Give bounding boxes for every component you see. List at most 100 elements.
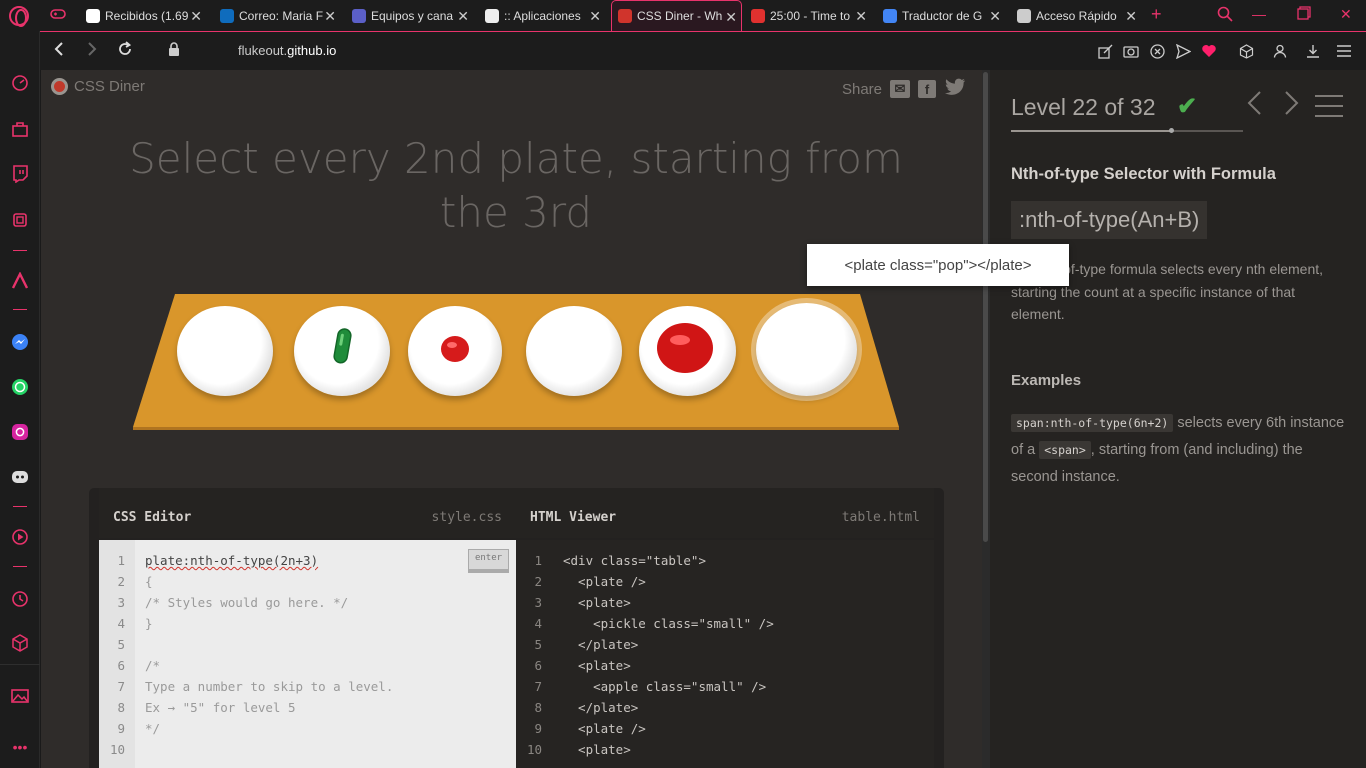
close-tab-icon[interactable]: ✕ (324, 8, 336, 25)
close-window-button[interactable]: ✕ (1340, 6, 1352, 23)
plate-3[interactable] (408, 306, 502, 396)
sidebar-divider (13, 506, 27, 507)
back-button[interactable] (53, 41, 65, 61)
apple-small[interactable] (438, 332, 472, 364)
speed-dial-icon (1017, 8, 1031, 23)
close-tab-icon[interactable]: ✕ (989, 8, 1001, 25)
url-field[interactable]: flukeout.github.io (238, 43, 336, 58)
gallery-icon[interactable] (10, 686, 30, 706)
aria-icon[interactable] (10, 271, 30, 291)
download-icon[interactable] (1305, 43, 1321, 59)
html-code-line[interactable]: </plate> (563, 637, 638, 652)
apple[interactable] (654, 318, 716, 376)
html-code-line[interactable]: <plate> (563, 658, 631, 673)
level-menu-icon[interactable] (1315, 95, 1343, 125)
search-tabs-icon[interactable] (1217, 6, 1233, 25)
gamepad-icon[interactable] (50, 8, 66, 22)
css-code-line: /* Styles would go here. */ (145, 595, 349, 610)
messenger-icon[interactable] (10, 332, 30, 352)
html-code-line[interactable]: </plate> (563, 700, 638, 715)
css-editor-title: CSS Editor (113, 510, 192, 525)
tab-4[interactable]: :: Aplicaciones ✕ (479, 0, 605, 31)
reload-button[interactable] (117, 41, 133, 61)
css-code-line: } (145, 616, 153, 631)
html-viewer-title: HTML Viewer (530, 510, 617, 525)
level-progress-bar (1011, 128, 1243, 133)
whatsapp-icon[interactable] (10, 377, 30, 397)
forward-button[interactable] (86, 41, 98, 61)
html-viewer: 1 2 3 4 5 6 7 8 9 10 <div class="table"> <plate />… (516, 540, 934, 768)
restore-button[interactable] (1297, 6, 1311, 23)
plate-5[interactable] (639, 306, 736, 396)
tab-3[interactable]: Equipos y cana ✕ (346, 0, 473, 31)
plate-4[interactable] (526, 306, 622, 396)
css-line-number: 6 (117, 658, 125, 673)
enter-button[interactable]: enter (468, 549, 509, 573)
completed-check-icon: ✔ (1177, 93, 1198, 120)
opera-logo-icon[interactable] (9, 6, 29, 27)
level-sidebar: Level 22 of 32 ✔ Nth-of-type Selector wi… (990, 70, 1366, 768)
share-label: Share (841, 80, 882, 98)
adblock-icon[interactable] (1149, 43, 1165, 59)
facebook-icon[interactable]: f (918, 80, 936, 98)
plate-6-pop[interactable] (756, 303, 857, 396)
html-file-name: table.html (841, 510, 920, 525)
send-icon[interactable] (1175, 43, 1191, 59)
close-tab-icon[interactable]: ✕ (1125, 8, 1137, 25)
twitter-icon[interactable] (944, 78, 966, 100)
level-progress-knob (1168, 128, 1174, 133)
email-icon[interactable]: ✉ (890, 80, 910, 98)
html-code-line[interactable]: <plate> (563, 595, 631, 610)
google-translate-icon (883, 8, 897, 23)
game-scrollbar[interactable] (982, 70, 990, 768)
pickle-small[interactable] (332, 326, 354, 368)
html-code-line[interactable]: <plate /> (563, 721, 646, 736)
new-tab-button[interactable]: + (1151, 4, 1162, 25)
css-editor[interactable]: 1 2 3 4 5 6 7 8 9 10 plate:nth-of-type(2n+3) {/* St… (99, 540, 516, 768)
html-code-line[interactable]: <div class="table"> (563, 553, 706, 568)
plate-2[interactable] (294, 306, 390, 396)
html-code-line[interactable]: <plate /> (563, 574, 646, 589)
tab-2[interactable]: Correo: Maria F ✕ (214, 0, 340, 31)
extensions-cube-icon[interactable] (1238, 43, 1254, 59)
history-icon[interactable] (10, 589, 30, 609)
css-diner-logo[interactable]: CSS Diner (51, 78, 145, 95)
speed-dial-icon[interactable] (10, 73, 30, 93)
edit-share-icon[interactable] (1097, 43, 1113, 59)
close-tab-icon[interactable]: ✕ (855, 8, 867, 25)
example-code-span: <span> (1039, 441, 1091, 459)
css-selector-input[interactable]: plate:nth-of-type(2n+3) (145, 553, 318, 568)
minimize-button[interactable]: — (1252, 6, 1266, 22)
css-code-line: /* (145, 658, 161, 673)
html-code-line[interactable]: <pickle class="small" /> (563, 616, 774, 631)
plate-1[interactable] (177, 306, 273, 396)
tab-7[interactable]: Traductor de G ✕ (877, 0, 1005, 31)
lock-icon[interactable] (168, 42, 180, 61)
more-icon[interactable]: ••• (10, 737, 30, 757)
css-line-number: 2 (117, 574, 125, 589)
twitch-icon[interactable] (10, 164, 30, 184)
discord-icon[interactable] (10, 467, 30, 487)
next-level-button[interactable] (1284, 90, 1300, 124)
close-tab-icon[interactable]: ✕ (725, 9, 737, 26)
instagram-icon[interactable] (10, 422, 30, 442)
extension-icon[interactable] (10, 210, 30, 230)
camera-icon[interactable] (1123, 43, 1139, 59)
player-icon[interactable] (10, 527, 30, 547)
previous-level-button[interactable] (1246, 90, 1262, 124)
menu-icon[interactable] (1336, 43, 1352, 59)
scrollbar-thumb[interactable] (983, 72, 988, 542)
bag-icon[interactable] (10, 119, 30, 139)
tab-5[interactable]: CSS Diner - Wh ✕ (611, 0, 742, 31)
tab-1[interactable]: Recibidos (1.69 ✕ (80, 0, 206, 31)
close-tab-icon[interactable]: ✕ (589, 8, 601, 25)
heart-icon[interactable] (1201, 43, 1217, 59)
html-code-line[interactable]: <apple class="small" /> (563, 679, 766, 694)
profile-icon[interactable] (1272, 43, 1288, 59)
close-tab-icon[interactable]: ✕ (457, 8, 469, 25)
html-code-line[interactable]: <plate> (563, 742, 631, 757)
tab-6[interactable]: 25:00 - Time to ✕ (745, 0, 871, 31)
cube-icon[interactable] (10, 633, 30, 653)
tab-8[interactable]: Acceso Rápido ✕ (1011, 0, 1141, 31)
close-tab-icon[interactable]: ✕ (190, 8, 202, 25)
